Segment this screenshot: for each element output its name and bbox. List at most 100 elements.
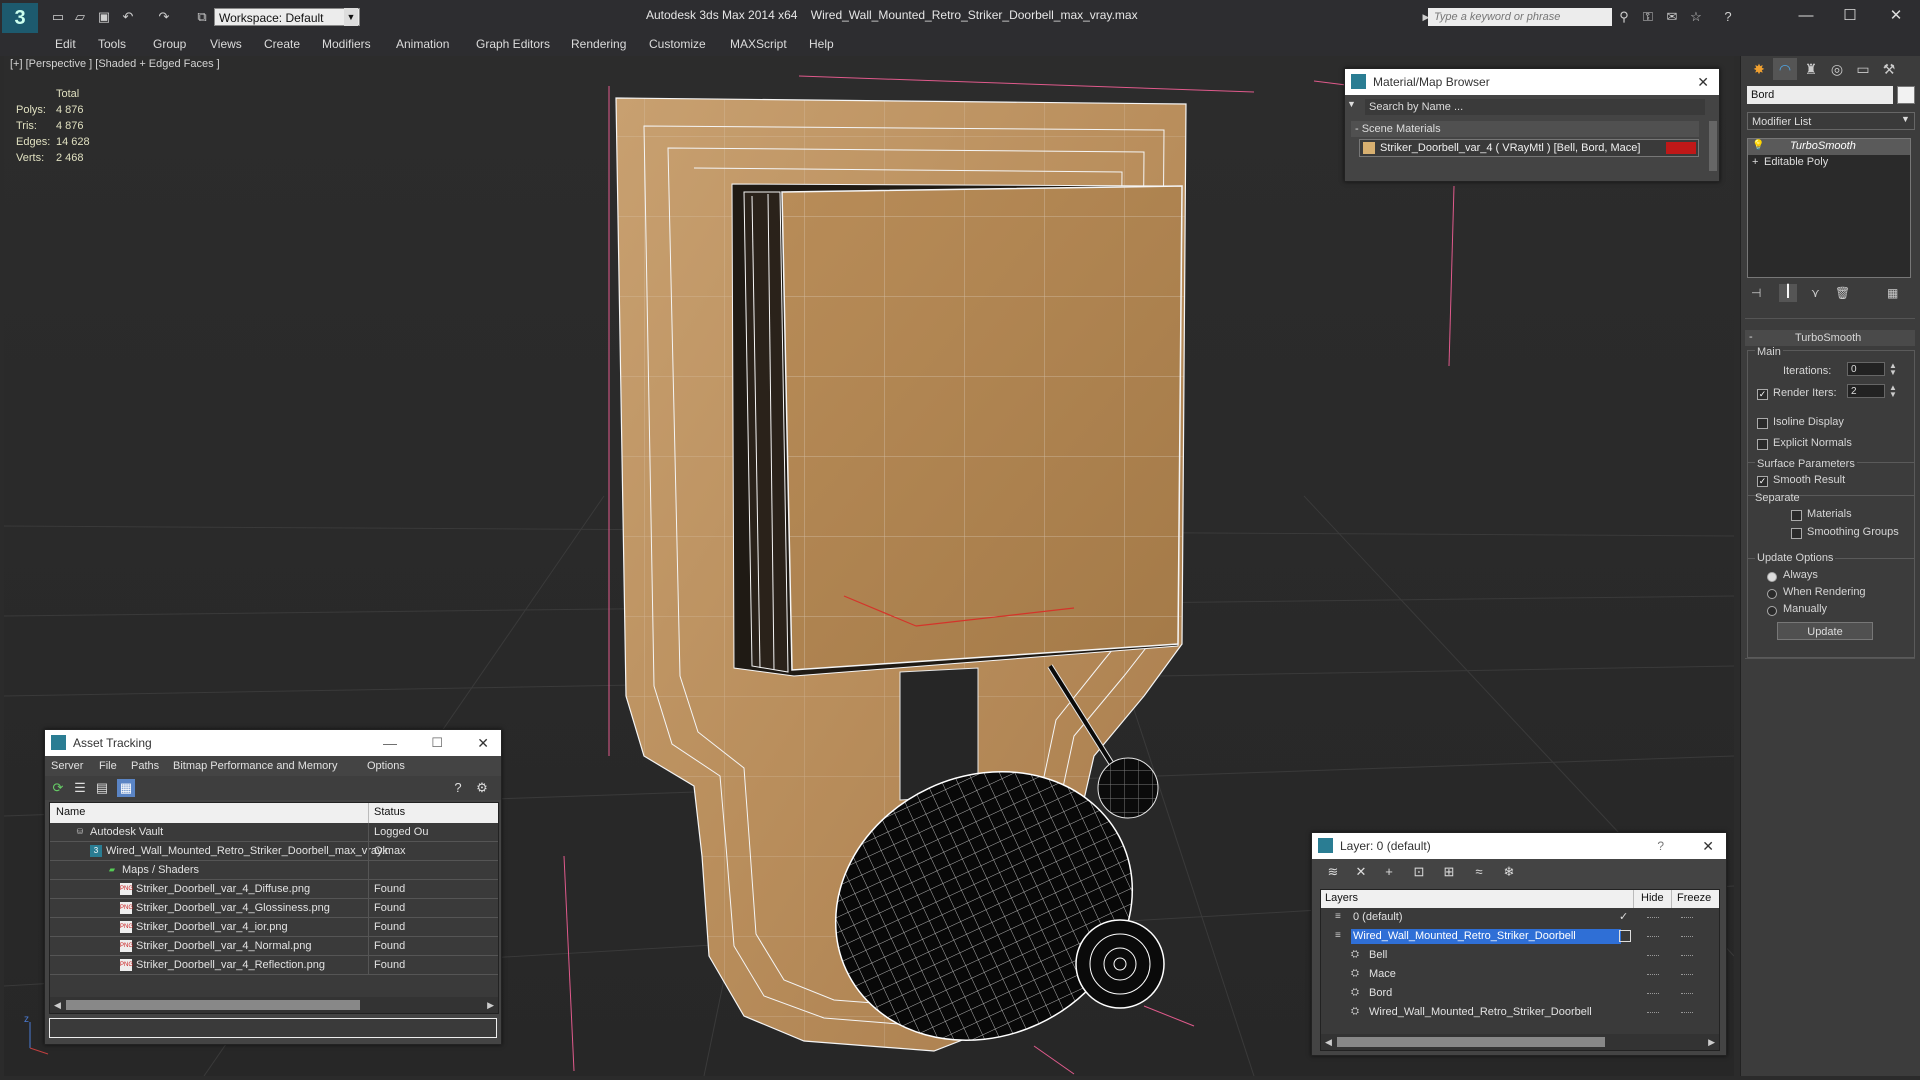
- column-name-header[interactable]: Name: [56, 806, 85, 818]
- maximize-icon[interactable]: ☐: [1830, 4, 1870, 28]
- scroll-thumb[interactable]: [1337, 1037, 1605, 1047]
- menu-create[interactable]: Create: [264, 37, 300, 51]
- workspace-dropdown[interactable]: Workspace: Default: [214, 8, 360, 26]
- motion-tab-icon[interactable]: ◎: [1825, 58, 1849, 80]
- undo-icon[interactable]: ↶: [120, 9, 136, 25]
- scroll-right-icon[interactable]: ▶: [487, 997, 494, 1013]
- explicit-normals-checkbox[interactable]: [1757, 439, 1768, 450]
- spinner-arrows-icon[interactable]: ▲ ▼: [1889, 384, 1897, 399]
- isoline-display-checkbox[interactable]: [1757, 418, 1768, 429]
- hide-toggle[interactable]: [1647, 993, 1659, 995]
- app-menu-button[interactable]: 3: [2, 3, 38, 33]
- browser-options-icon[interactable]: ▼: [1347, 99, 1361, 115]
- layer-manager-titlebar[interactable]: Layer: 0 (default) ? ✕: [1312, 833, 1726, 859]
- menu-edit[interactable]: Edit: [55, 37, 76, 51]
- help-icon[interactable]: ?: [449, 779, 467, 797]
- asset-menu-options[interactable]: Options: [367, 760, 405, 772]
- iterations-spinner[interactable]: 0: [1847, 362, 1885, 376]
- show-end-result-icon[interactable]: ┃: [1779, 284, 1797, 302]
- column-layers-header[interactable]: Layers: [1325, 892, 1358, 904]
- project-folder-icon[interactable]: ⧉: [194, 9, 210, 25]
- render-iters-checkbox[interactable]: ✓: [1757, 389, 1768, 400]
- spinner-arrows-icon[interactable]: ▲ ▼: [1889, 362, 1897, 377]
- modify-tab-icon[interactable]: ◠: [1773, 58, 1797, 80]
- scroll-left-icon[interactable]: ◀: [1325, 1034, 1332, 1050]
- material-browser-titlebar[interactable]: Material/Map Browser ✕: [1345, 69, 1719, 95]
- scroll-left-icon[interactable]: ◀: [54, 997, 61, 1013]
- scene-materials-header[interactable]: - Scene Materials: [1351, 121, 1699, 137]
- menu-tools[interactable]: Tools: [98, 37, 126, 51]
- close-icon[interactable]: ✕: [1702, 833, 1714, 859]
- layer-horizontal-scrollbar[interactable]: ◀ ▶: [1321, 1034, 1719, 1050]
- display-tab-icon[interactable]: ▭: [1851, 58, 1875, 80]
- asset-row[interactable]: PNG Striker_Doorbell_var_4_ior.png Found: [50, 918, 498, 937]
- help-icon[interactable]: ?: [1720, 9, 1736, 25]
- close-icon[interactable]: ✕: [1876, 4, 1916, 28]
- maximize-icon[interactable]: ☐: [431, 730, 443, 756]
- expand-plus-icon[interactable]: +: [1752, 156, 1758, 168]
- make-unique-icon[interactable]: ⋎: [1811, 286, 1820, 300]
- communication-icon[interactable]: ✉: [1664, 9, 1680, 25]
- menu-animation[interactable]: Animation: [396, 37, 449, 51]
- modifier-list-dropdown[interactable]: Modifier List: [1747, 112, 1915, 130]
- menu-customize[interactable]: Customize: [649, 37, 706, 51]
- remove-modifier-icon[interactable]: 🗑: [1835, 286, 1850, 300]
- close-icon[interactable]: ✕: [1697, 69, 1709, 95]
- refresh-icon[interactable]: ⟳: [49, 779, 67, 797]
- binoculars-icon[interactable]: ⚲: [1616, 9, 1632, 25]
- freeze-toggle[interactable]: [1681, 974, 1693, 976]
- menu-rendering[interactable]: Rendering: [571, 37, 626, 51]
- materials-checkbox[interactable]: [1791, 510, 1802, 521]
- freeze-toggle[interactable]: [1681, 955, 1693, 957]
- scroll-thumb[interactable]: [66, 1000, 360, 1010]
- pin-stack-icon[interactable]: ⊣: [1751, 286, 1761, 300]
- new-file-icon[interactable]: ▭: [50, 9, 66, 25]
- favorites-star-icon[interactable]: ☆: [1688, 9, 1704, 25]
- create-tab-icon[interactable]: ✸: [1747, 58, 1771, 80]
- hide-toggle[interactable]: [1647, 936, 1659, 938]
- set-current-layer-icon[interactable]: [1619, 930, 1631, 942]
- asset-menu-file[interactable]: File: [99, 760, 117, 772]
- asset-menu-server[interactable]: Server: [51, 760, 83, 772]
- asset-row[interactable]: PNG Striker_Doorbell_var_4_Reflection.png…: [50, 956, 498, 975]
- search-input[interactable]: Type a keyword or phrase: [1428, 8, 1612, 26]
- chevron-down-icon[interactable]: ▼: [1901, 114, 1910, 124]
- menu-help[interactable]: Help: [809, 37, 834, 51]
- update-button[interactable]: Update: [1777, 622, 1873, 640]
- manually-radio[interactable]: [1767, 606, 1777, 616]
- select-objects-icon[interactable]: ⊡: [1410, 863, 1428, 881]
- thumbnail-view-icon[interactable]: ▤: [93, 779, 111, 797]
- minimize-icon[interactable]: —: [383, 730, 397, 756]
- settings-help-icon[interactable]: ⚙: [473, 779, 491, 797]
- configure-modifier-sets-icon[interactable]: ▦: [1887, 286, 1898, 300]
- material-search-input[interactable]: Search by Name ...: [1365, 99, 1705, 115]
- render-iters-spinner[interactable]: 2: [1847, 384, 1885, 398]
- freeze-all-icon[interactable]: ❄: [1500, 863, 1518, 881]
- asset-path-field[interactable]: [49, 1018, 497, 1038]
- list-view-icon[interactable]: ☰: [71, 779, 89, 797]
- asset-row[interactable]: ▰ Maps / Shaders: [50, 861, 498, 880]
- new-layer-icon[interactable]: ≋: [1324, 863, 1342, 881]
- menu-graph-editors[interactable]: Graph Editors: [476, 37, 550, 51]
- help-icon[interactable]: ?: [1657, 833, 1664, 859]
- table-view-icon[interactable]: ▦: [117, 779, 135, 797]
- menu-modifiers[interactable]: Modifiers: [322, 37, 371, 51]
- asset-row[interactable]: PNG Striker_Doorbell_var_4_Normal.png Foun…: [50, 937, 498, 956]
- hide-toggle[interactable]: [1647, 917, 1659, 919]
- redo-icon[interactable]: ↷: [156, 9, 172, 25]
- layer-row[interactable]: ⛭ Wired_Wall_Mounted_Retro_Striker_Doorbe…: [1321, 1003, 1719, 1022]
- chevron-down-icon[interactable]: ▼: [344, 8, 358, 26]
- save-icon[interactable]: ▣: [96, 9, 112, 25]
- active-layer-check-icon[interactable]: ✓: [1619, 910, 1628, 923]
- layer-row[interactable]: ⛭ Bord: [1321, 984, 1719, 1003]
- layer-row[interactable]: ⛭ Mace: [1321, 965, 1719, 984]
- hide-all-icon[interactable]: ≈: [1470, 863, 1488, 881]
- open-file-icon[interactable]: ▱: [72, 9, 88, 25]
- menu-group[interactable]: Group: [153, 37, 186, 51]
- hide-toggle[interactable]: [1647, 955, 1659, 957]
- always-radio[interactable]: [1767, 572, 1777, 582]
- freeze-toggle[interactable]: [1681, 993, 1693, 995]
- asset-row[interactable]: PNG Striker_Doorbell_var_4_Glossiness.png…: [50, 899, 498, 918]
- when-rendering-radio[interactable]: [1767, 589, 1777, 599]
- column-freeze-header[interactable]: Freeze: [1677, 892, 1711, 904]
